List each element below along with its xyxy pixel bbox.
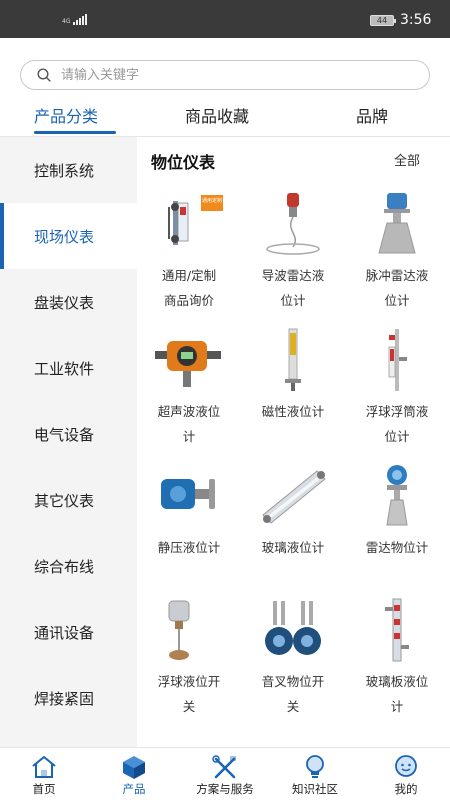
product-name: 玻璃液位计 [261, 540, 325, 555]
float-level-image [388, 329, 407, 391]
magnetic-level-image [285, 328, 301, 391]
pulse-radar-image [378, 193, 416, 254]
nav-products[interactable]: 产品 [104, 748, 164, 800]
tab-brands[interactable]: 品牌 [356, 103, 388, 127]
search-bar[interactable] [20, 60, 430, 90]
product-name: 玻璃板液位计 [365, 674, 429, 714]
product-name: 浮球浮筒液 位计 [365, 404, 429, 444]
hydrostatic-level-image [161, 479, 215, 509]
tab-product-categories[interactable]: 产品分类 [34, 103, 98, 127]
product-name: 超声波液位计 [157, 404, 221, 444]
product-name: 脉冲雷达液 位计 [365, 268, 429, 308]
signal-icon: 4G [62, 14, 88, 25]
sidebar-item-communication[interactable]: 通讯设备 [0, 599, 137, 665]
bottom-navigation: 首页 产品 方案与服务 知识社区 我的 [0, 747, 450, 800]
ultrasonic-level-image [155, 341, 221, 387]
product-item[interactable]: 玻璃液位计 [241, 463, 345, 560]
sidebar-item-panel-instruments[interactable]: 盘装仪表 [0, 269, 137, 335]
user-icon [395, 755, 417, 777]
sidebar-item-electrical-equipment[interactable]: 电气设备 [0, 401, 137, 467]
product-item[interactable]: 玻璃板液位计 [345, 597, 449, 719]
network-type: 4G [62, 18, 71, 25]
active-tab-indicator [34, 131, 116, 134]
glass-level-image [262, 470, 326, 524]
nav-label: 方案与服务 [196, 782, 254, 796]
battery-icon: 44 [370, 15, 396, 26]
sidebar-item-other-instruments[interactable]: 其它仪表 [0, 467, 137, 533]
custom-inquiry-image: 通用定制 [168, 195, 223, 245]
clock: 3:56 [400, 12, 432, 28]
product-name: 导波雷达液 位计 [261, 268, 325, 308]
search-input[interactable] [61, 65, 411, 85]
sidebar-item-industrial-software[interactable]: 工业软件 [0, 335, 137, 401]
nav-label: 知识社区 [292, 782, 338, 796]
product-item[interactable]: 脉冲雷达液 位计 [345, 191, 449, 313]
nav-label: 首页 [32, 782, 56, 796]
nav-home[interactable]: 首页 [14, 748, 74, 800]
nav-profile[interactable]: 我的 [376, 748, 436, 800]
sidebar-item-cabling[interactable]: 综合布线 [0, 533, 137, 599]
status-bar: 4G 44 3:56 [0, 0, 450, 38]
product-badge: 通用定制 [202, 197, 222, 204]
product-name: 音叉物位开关 [261, 674, 325, 714]
category-tabs: 产品分类 商品收藏 品牌 [0, 100, 450, 136]
product-item[interactable]: 超声波液位计 [137, 327, 241, 449]
product-name: 磁性液位计 [261, 404, 325, 419]
tuning-fork-switch-image [265, 601, 321, 655]
cube-icon [123, 756, 145, 779]
nav-label: 我的 [394, 782, 418, 796]
search-icon [37, 68, 51, 82]
product-name: 静压液位计 [157, 540, 221, 555]
lightbulb-icon [306, 755, 324, 778]
product-item[interactable]: 通用定制 通用/定制 商品询价 [137, 191, 241, 313]
sidebar-item-field-instruments[interactable]: 现场仪表 [0, 203, 137, 269]
product-item[interactable]: 导波雷达液 位计 [241, 191, 345, 313]
nav-knowledge-community[interactable]: 知识社区 [282, 748, 348, 800]
tools-icon [212, 755, 236, 779]
product-panel: 物位仪表 全部 通用定制 通用/定制 商品询价 导波雷达液 位计 脉冲雷达液 位… [137, 137, 450, 747]
product-name: 雷达物位计 [365, 540, 429, 555]
view-all-link[interactable]: 全部 [394, 150, 420, 169]
nav-label: 产品 [122, 782, 146, 796]
category-sidebar: 控制系统 现场仪表 盘装仪表 工业软件 电气设备 其它仪表 综合布线 通讯设备 … [0, 137, 137, 747]
home-icon [32, 756, 56, 778]
product-item[interactable]: 雷达物位计 [345, 463, 449, 560]
product-item[interactable]: 浮球液位开关 [137, 597, 241, 719]
guided-wave-radar-image [266, 193, 320, 255]
product-item[interactable]: 磁性液位计 [241, 327, 345, 424]
product-name: 浮球液位开关 [157, 674, 221, 714]
product-item[interactable]: 浮球浮筒液 位计 [345, 327, 449, 449]
product-item[interactable]: 静压液位计 [137, 463, 241, 560]
product-name: 通用/定制 商品询价 [161, 268, 217, 308]
nav-solutions-services[interactable]: 方案与服务 [186, 748, 264, 800]
float-switch-image [168, 600, 190, 660]
sidebar-item-welding-fastening[interactable]: 焊接紧固 [0, 665, 137, 731]
tab-favorites[interactable]: 商品收藏 [185, 103, 249, 127]
glass-plate-level-image [385, 598, 409, 662]
radar-level-image [386, 465, 408, 526]
sidebar-item-control-systems[interactable]: 控制系统 [0, 137, 137, 203]
product-item[interactable]: 音叉物位开关 [241, 597, 345, 719]
section-title: 物位仪表 [151, 153, 216, 172]
